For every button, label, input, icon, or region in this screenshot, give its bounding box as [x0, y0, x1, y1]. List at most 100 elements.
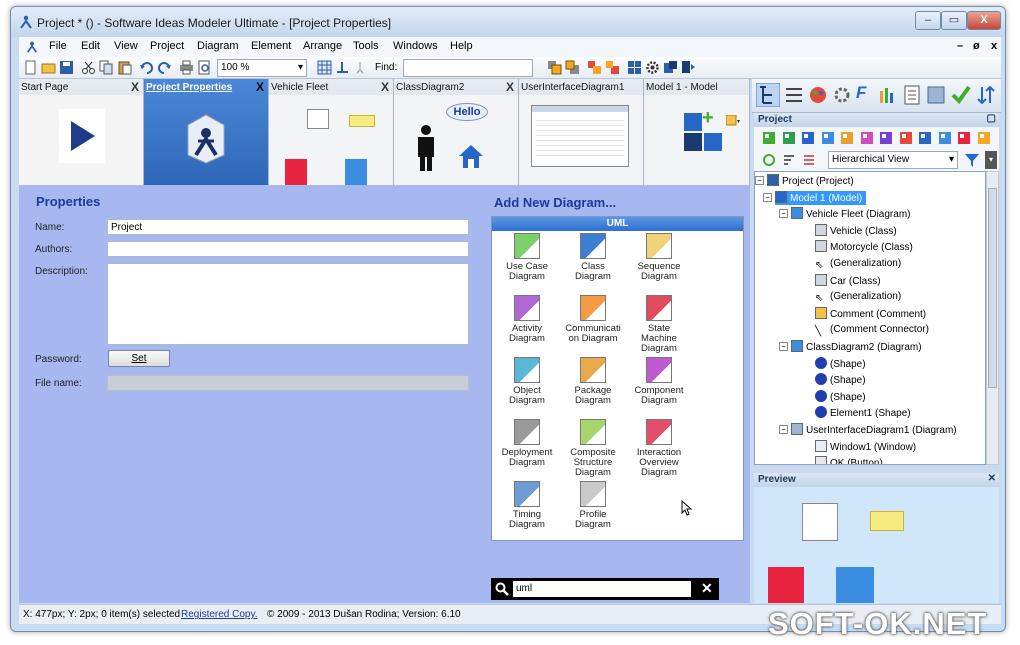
- tree-node[interactable]: Vehicle (Class): [815, 223, 897, 238]
- diagram-type-item[interactable]: Deployment Diagram: [494, 419, 560, 468]
- arrange-front-icon[interactable]: [547, 60, 562, 75]
- add-actor-icon[interactable]: [957, 131, 971, 145]
- diagram-type-item[interactable]: Timing Diagram: [494, 481, 560, 530]
- paste-style-icon[interactable]: [681, 60, 696, 75]
- add-note-icon[interactable]: [918, 131, 932, 145]
- add-diagram-icon[interactable]: [801, 131, 815, 145]
- authors-field[interactable]: [107, 241, 469, 257]
- list-view-icon[interactable]: [784, 85, 804, 105]
- maximize-button[interactable]: ▭: [941, 11, 967, 30]
- add-folder-icon[interactable]: [977, 131, 991, 145]
- save-icon[interactable]: [59, 60, 74, 75]
- diagram-type-item[interactable]: Activity Diagram: [494, 295, 560, 344]
- tree-node[interactable]: Comment (Comment): [815, 306, 926, 321]
- redo-icon[interactable]: [157, 60, 172, 75]
- tree-node[interactable]: Vehicle Fleet (Diagram): [791, 207, 910, 221]
- registered-copy-link[interactable]: Registered Copy.: [181, 609, 258, 620]
- expand-toggle[interactable]: −: [763, 192, 772, 202]
- menu-project[interactable]: Project: [150, 40, 184, 52]
- uml-group-header[interactable]: UML: [492, 217, 743, 231]
- tree-node[interactable]: (Shape): [815, 356, 866, 371]
- add-shape-icon[interactable]: [860, 131, 874, 145]
- sort-tree-icon[interactable]: [782, 153, 796, 167]
- print-preview-icon[interactable]: [197, 60, 212, 75]
- minimize-button[interactable]: –: [915, 11, 941, 30]
- tree-node[interactable]: (Shape): [815, 373, 866, 387]
- tree-node[interactable]: UserInterfaceDiagram1 (Diagram): [791, 423, 957, 437]
- close-panel-icon[interactable]: ✕: [988, 473, 996, 484]
- preview-canvas[interactable]: [754, 487, 999, 603]
- diagram-type-item[interactable]: Sequence Diagram: [626, 233, 692, 282]
- paste-icon[interactable]: [117, 60, 132, 75]
- diagram-type-item[interactable]: Profile Diagram: [560, 481, 626, 530]
- tree-node[interactable]: Project (Project): [767, 174, 854, 188]
- new-file-icon[interactable]: [23, 60, 38, 75]
- add-comment-icon[interactable]: [840, 131, 854, 145]
- mdi-restore-button[interactable]: ø: [973, 40, 980, 52]
- diagram-type-item[interactable]: Use Case Diagram: [494, 233, 560, 282]
- document-menu-icon[interactable]: [26, 41, 38, 53]
- tree-node[interactable]: OK (Button): [815, 456, 883, 464]
- add-interface-icon[interactable]: [879, 131, 893, 145]
- close-tab-icon[interactable]: X: [256, 80, 264, 94]
- close-window-button[interactable]: X: [967, 11, 1001, 30]
- menu-element[interactable]: Element: [251, 40, 291, 52]
- add-model-icon[interactable]: [762, 131, 776, 145]
- menu-arrange[interactable]: Arrange: [303, 40, 342, 52]
- close-tab-icon[interactable]: X: [506, 80, 514, 94]
- description-field[interactable]: [107, 263, 469, 345]
- expand-toggle[interactable]: −: [779, 342, 788, 351]
- diagram-type-item[interactable]: Object Diagram: [494, 357, 560, 406]
- send-backward-icon[interactable]: [605, 60, 620, 75]
- close-tab-icon[interactable]: X: [131, 80, 139, 94]
- find-input[interactable]: [403, 59, 533, 77]
- tree-node[interactable]: (Shape): [815, 389, 866, 404]
- snap-icon[interactable]: [335, 60, 350, 75]
- palette-icon[interactable]: [808, 85, 828, 105]
- tab-start-page[interactable]: Start Page X: [19, 79, 144, 185]
- view-mode-select[interactable]: Hierarchical View ▾: [828, 151, 958, 169]
- cut-icon[interactable]: [81, 60, 96, 75]
- filter-tree-icon[interactable]: [802, 153, 816, 167]
- tree-node[interactable]: ⇖ (Generalization): [815, 290, 901, 306]
- group-icon[interactable]: [627, 60, 642, 75]
- menu-edit[interactable]: Edit: [81, 40, 100, 52]
- diagram-type-item[interactable]: State Machine Diagram: [626, 295, 692, 354]
- clear-search-button[interactable]: ✕: [701, 580, 713, 597]
- diagram-type-item[interactable]: Class Diagram: [560, 233, 626, 282]
- document-list-icon[interactable]: [902, 85, 922, 105]
- tree-node[interactable]: Motorcycle (Class): [815, 240, 913, 254]
- menu-diagram[interactable]: Diagram: [197, 40, 239, 52]
- sort-icon[interactable]: [976, 85, 996, 105]
- menu-windows[interactable]: Windows: [393, 40, 438, 52]
- menu-help[interactable]: Help: [450, 40, 473, 52]
- tab-vehicle-fleet[interactable]: Vehicle Fleet X: [269, 79, 394, 185]
- undo-icon[interactable]: [139, 60, 154, 75]
- tree-node[interactable]: ⇖ (Generalization): [815, 257, 901, 272]
- menu-view[interactable]: View: [114, 40, 138, 52]
- layers-icon[interactable]: [926, 85, 946, 105]
- refresh-icon[interactable]: [762, 153, 776, 167]
- tree-node[interactable]: Window1 (Window): [815, 439, 916, 454]
- panel-options-button[interactable]: ▾: [985, 151, 997, 169]
- open-folder-icon[interactable]: [41, 60, 56, 75]
- checkmark-icon[interactable]: [950, 83, 972, 105]
- diagram-type-item[interactable]: Communicati on Diagram: [560, 295, 626, 344]
- copy-style-icon[interactable]: [663, 60, 678, 75]
- project-tree-icon[interactable]: [756, 83, 780, 107]
- print-icon[interactable]: [179, 60, 194, 75]
- arrange-back-icon[interactable]: [565, 60, 580, 75]
- close-tab-icon[interactable]: X: [381, 80, 389, 94]
- settings-gear-icon[interactable]: [645, 60, 660, 75]
- tree-node[interactable]: ClassDiagram2 (Diagram): [791, 340, 922, 354]
- tree-scrollbar-thumb[interactable]: [988, 188, 997, 388]
- tab-userinterfacediagram1[interactable]: UserInterfaceDiagram1: [519, 79, 644, 185]
- tab-project-properties[interactable]: Project Properties X: [144, 79, 269, 185]
- add-element-icon[interactable]: [899, 131, 913, 145]
- tab-classdiagram2[interactable]: ClassDiagram2 X Hello: [394, 79, 519, 185]
- copy-icon[interactable]: [99, 60, 114, 75]
- pin-icon[interactable]: [353, 60, 368, 75]
- grid-icon[interactable]: [317, 60, 332, 75]
- expand-toggle[interactable]: −: [779, 209, 788, 219]
- mdi-close-button[interactable]: x: [991, 40, 997, 52]
